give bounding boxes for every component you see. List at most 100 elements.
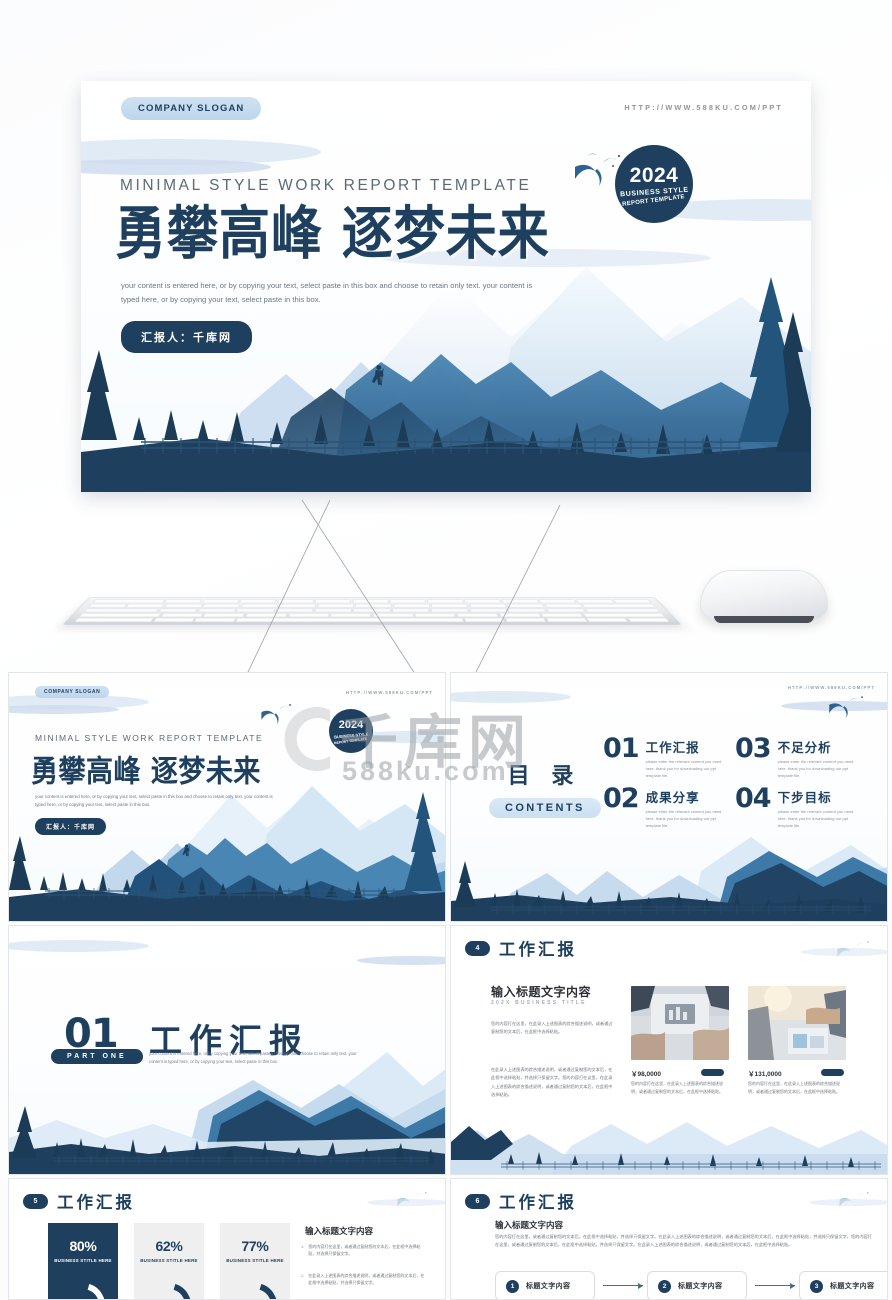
stat-label: BUSINESS STITLE HERE (226, 1258, 284, 1263)
poster-canvas: COMPANY SLOGAN HTTP://WWW.588KU.COM/PPT … (0, 0, 892, 1300)
thumbnail-slide-3-section[interactable]: 01 工作汇报 PART ONE your content is entered… (8, 925, 446, 1175)
stat-label: BUSINESS STITLE HERE (140, 1258, 198, 1263)
t1-body-text: your content is entered here, or by copy… (35, 794, 273, 808)
t5-list-text: 您的内容打在这里，或者通过复制您的文本后，在此框中选择粘贴，并选择只保留文字。 (308, 1244, 421, 1257)
t4-slide-header: 4 工作汇报 (465, 936, 577, 960)
stat-value: 80% (69, 1238, 97, 1254)
keyboard-row (78, 613, 666, 618)
keyboard-row (92, 599, 652, 604)
hero-url: HTTP://WWW.588KU.COM/PPT (624, 103, 783, 112)
thumbnail-slide-2-contents[interactable]: HTTP://WWW.588KU.COM/PPT 目 录 CONTENTS 01… (450, 672, 888, 922)
t4-card-desc-2: 您的内容打在这里，在此录入上述图表的综合描述说明，或者通过复制您的文本后，在此框… (748, 1081, 840, 1094)
contents-item-desc: please enter the relevant content you ne… (645, 759, 722, 778)
contents-heading-group: 目 录 CONTENTS (489, 758, 601, 818)
t5-list-number: 1. (301, 1244, 305, 1249)
t4-page-badge: 4 (465, 940, 490, 956)
t5-slide-header: 5 工作汇报 (23, 1189, 135, 1213)
hero-title: 勇攀高峰 逐梦未来 (115, 201, 550, 268)
year-value: 2024 (629, 163, 679, 187)
keyboard-body (62, 596, 682, 625)
step-arrow-1 (603, 1282, 643, 1289)
hero-subtitle: MINIMAL STYLE WORK REPORT TEMPLATE (120, 177, 532, 194)
stat-arc (53, 1275, 113, 1299)
t4-heading: 输入标题文字内容 (491, 985, 592, 999)
meeting-photo-1 (631, 986, 729, 1060)
stat-card-3: 77% BUSINESS STITLE HERE (220, 1223, 290, 1299)
t5-list-text: 在此录入上述图表的综合描述说明，或者通过复制您的文本后，在此框中选择粘贴，并选择… (308, 1273, 425, 1286)
thumbnail-slide-1[interactable]: COMPANY SLOGAN HTTP://WWW.588KU.COM/PPT … (8, 672, 446, 922)
contents-item-number: 01 (603, 733, 640, 764)
contents-item-desc: please enter the relevant content you ne… (645, 809, 722, 828)
stat-arc (139, 1275, 199, 1299)
contents-heading-cn: 目 录 (507, 764, 581, 789)
section-body-text: your content is entered here, or by copy… (149, 1051, 357, 1064)
thumbnail-slide-5[interactable]: 5 工作汇报 80% BUSINESS STITLE HERE 62% BUSI… (8, 1178, 446, 1300)
t1-presenter-badge: 汇报人：千库网 (35, 818, 107, 835)
contents-item-title: 工作汇报 (645, 740, 700, 755)
keyboard-keys (73, 599, 671, 622)
birds-icon (829, 696, 864, 719)
contents-item-number: 04 (735, 783, 772, 814)
hero-slide: COMPANY SLOGAN HTTP://WWW.588KU.COM/PPT … (81, 81, 811, 492)
t4-paragraph-2: 在此录入上述图表的综合描述说明，或者通过复制您的文本后，在此框中选择粘贴，并选择… (491, 1067, 613, 1098)
t4-price-1: ￥98,0000 (631, 1071, 661, 1078)
t4-progress-bar-2 (821, 1069, 844, 1076)
step-label: 标题文字内容 (830, 1283, 875, 1290)
t4-photo-2 (748, 986, 846, 1060)
contents-item-title: 不足分析 (777, 740, 832, 755)
t5-list-item-2: 2. 在此录入上述图表的综合描述说明，或者通过复制您的文本后，在此框中选择粘贴，… (301, 1272, 426, 1287)
t4-paragraph-1: 您的内容打在这里，在此录入上述图表的综合描述说明，或者通过复制您的文本后，在此框… (491, 1021, 613, 1035)
t6-page-badge: 6 (465, 1193, 490, 1209)
t5-header-title: 工作汇报 (57, 1193, 135, 1212)
mountain-range (451, 1122, 887, 1174)
t4-card-desc-1: 您的内容打在这里，在此录入上述图表的综合描述说明，或者通过复制您的文本后，在此框… (631, 1081, 723, 1094)
t4-price-2: ￥131,0000 (748, 1071, 782, 1078)
hero-body-text: your content is entered here, or by copy… (121, 281, 533, 305)
contents-item-title: 下步目标 (777, 790, 832, 805)
t5-list-item-1: 1. 您的内容打在这里，或者通过复制您的文本后，在此框中选择粘贴，并选择只保留文… (301, 1243, 426, 1258)
keyboard-row (87, 603, 657, 608)
t1-subtitle: MINIMAL STYLE WORK REPORT TEMPLATE (35, 733, 264, 743)
stat-card-1: 80% BUSINESS STITLE HERE (48, 1223, 118, 1299)
t1-url: HTTP://WWW.588KU.COM/PPT (345, 690, 433, 695)
birds-icon (261, 704, 291, 725)
t5-list-number: 2. (301, 1273, 305, 1278)
t1-company-slogan: COMPANY SLOGAN (35, 686, 110, 698)
t1-year-value: 2024 (338, 718, 364, 731)
contents-item-04[interactable]: 04 下步目标 please enter the relevant conten… (735, 783, 856, 829)
t5-page-badge: 5 (23, 1193, 48, 1209)
stat-label: BUSINESS STITLE HERE (54, 1258, 112, 1263)
t6-slide-header: 6 工作汇报 (465, 1189, 577, 1213)
step-arrow-2 (755, 1282, 795, 1289)
thumbnail-slide-6[interactable]: 6 工作汇报 输入标题文字内容 您的内容打在这里，或者通过复制您的文本后，在此框… (450, 1178, 888, 1300)
meeting-photo-2 (748, 986, 846, 1060)
thumbnail-slide-4[interactable]: 4 工作汇报 输入标题文字内容 202X BUSINESS TITLE 您的内容… (450, 925, 888, 1175)
stat-card-2: 62% BUSINESS STITLE HERE (134, 1223, 204, 1299)
year-badge: 2024 BUSINESS STYLE REPORT TEMPLATE (615, 145, 693, 223)
contents-item-03[interactable]: 03 不足分析 please enter the relevant conten… (735, 735, 856, 779)
t4-progress-bar-1 (701, 1069, 724, 1076)
t2-url: HTTP://WWW.588KU.COM/PPT (787, 685, 875, 690)
cloud-streak (801, 948, 887, 956)
contents-item-02[interactable]: 02 成果分享 please enter the relevant conten… (603, 783, 724, 829)
presenter-badge: 汇报人：千库网 (121, 321, 252, 353)
contents-item-01[interactable]: 01 工作汇报 please enter the relevant conten… (603, 733, 724, 779)
step-number: 3 (810, 1279, 823, 1293)
step-card-3[interactable]: 3 标题文字内容 (799, 1271, 887, 1299)
mouse-mockup (700, 570, 828, 623)
keyboard-mockup (62, 575, 682, 625)
cloud-streak (367, 1199, 445, 1206)
stat-value: 77% (241, 1238, 269, 1254)
contents-item-desc: please enter the relevant content you ne… (777, 759, 854, 778)
section-part-badge: PART ONE (51, 1049, 143, 1064)
company-slogan-badge: COMPANY SLOGAN (121, 97, 262, 120)
cloud-streak (809, 1199, 887, 1206)
step-card-2[interactable]: 2 标题文字内容 (647, 1271, 747, 1299)
step-label: 标题文字内容 (678, 1283, 723, 1290)
t4-header-title: 工作汇报 (499, 940, 577, 959)
t5-heading: 输入标题文字内容 (305, 1226, 374, 1236)
keyboard-row (83, 608, 661, 613)
step-number: 1 (506, 1279, 519, 1293)
step-card-1[interactable]: 1 标题文字内容 (495, 1271, 595, 1299)
contents-item-number: 02 (603, 783, 640, 814)
